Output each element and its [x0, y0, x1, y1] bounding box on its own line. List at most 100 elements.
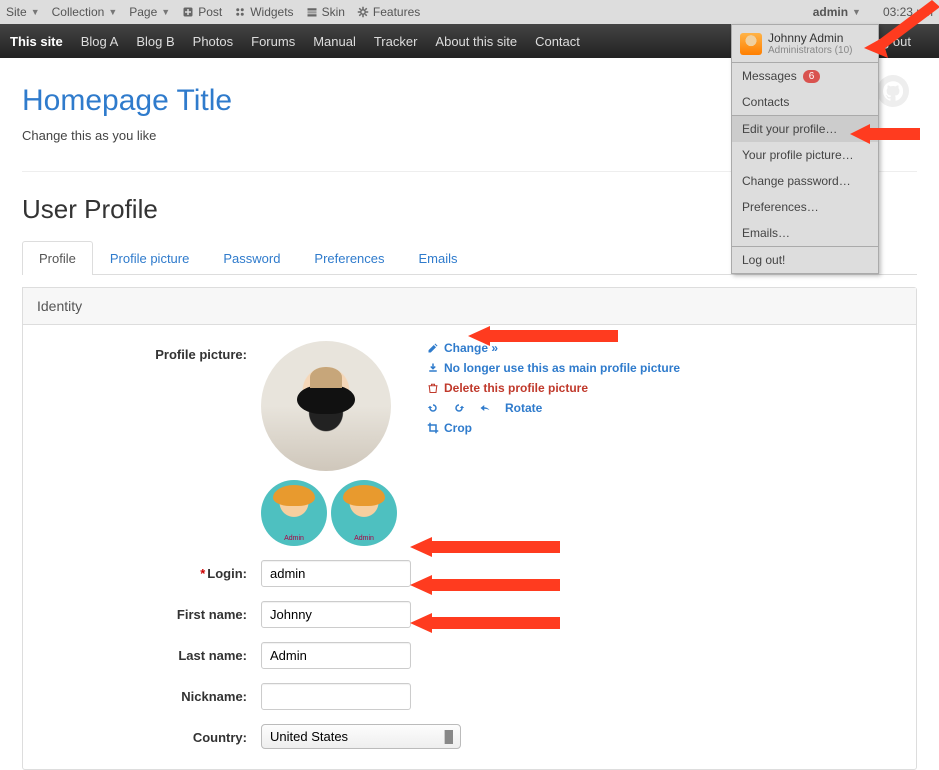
toolbar-site-label: Site [6, 5, 27, 19]
toolbar-user-label: admin [813, 5, 848, 19]
nav-contact[interactable]: Contact [535, 34, 580, 49]
admin-toolbar: Site▼ Collection▼ Page▼ Post Widgets Ski… [0, 0, 939, 24]
toolbar-features-label: Features [373, 5, 420, 19]
action-rotate-row: Rotate [427, 401, 680, 415]
label-login: *Login: [41, 560, 261, 581]
action-crop-label: Crop [444, 421, 472, 435]
action-crop[interactable]: Crop [427, 421, 680, 435]
nav-tracker[interactable]: Tracker [374, 34, 418, 49]
tab-profile[interactable]: Profile [22, 241, 93, 275]
toolbar-site[interactable]: Site ▼ [6, 5, 40, 19]
tab-preferences[interactable]: Preferences [297, 241, 401, 275]
row-first-name: First name: [41, 601, 898, 628]
label-nickname: Nickname: [41, 683, 261, 704]
edit-icon [427, 342, 439, 354]
nav-about[interactable]: About this site [435, 34, 517, 49]
toolbar-widgets[interactable]: Widgets [234, 5, 293, 19]
dropdown-edit-profile[interactable]: Edit your profile… [732, 116, 878, 142]
caret-down-icon: ▼ [108, 7, 117, 17]
dropdown-profile-picture[interactable]: Your profile picture… [732, 142, 878, 168]
toolbar-post[interactable]: Post [182, 5, 222, 19]
tab-emails[interactable]: Emails [402, 241, 475, 275]
toolbar-skin-label: Skin [322, 5, 345, 19]
caret-down-icon: ▼ [31, 7, 40, 17]
select-country-wrap: United States ▴▾ [261, 724, 461, 749]
dropdown-messages-label: Messages [742, 69, 797, 83]
main-profile-picture[interactable] [261, 341, 391, 471]
toolbar-time: 03:23 pm [883, 5, 933, 19]
input-first-name[interactable] [261, 601, 411, 628]
nav-manual[interactable]: Manual [313, 34, 356, 49]
action-delete-picture-label: Delete this profile picture [444, 381, 588, 395]
identity-panel-body: Profile picture: Change » [23, 325, 916, 769]
toolbar-post-label: Post [198, 5, 222, 19]
profile-picture-actions: Change » No longer use this as main prof… [427, 341, 680, 441]
select-arrows-icon: ▴▾ [448, 728, 453, 744]
dropdown-header[interactable]: Johnny Admin Administrators (10) [732, 25, 878, 63]
dropdown-contacts[interactable]: Contacts [732, 89, 878, 115]
toolbar-page-label: Page [129, 5, 157, 19]
github-badge[interactable] [877, 75, 909, 107]
nav-forums[interactable]: Forums [251, 34, 295, 49]
toolbar-skin[interactable]: Skin [306, 5, 345, 19]
tab-profile-picture[interactable]: Profile picture [93, 241, 206, 275]
action-change-picture-label: Change » [444, 341, 498, 355]
label-profile-picture: Profile picture: [41, 341, 261, 362]
share-icon [479, 402, 491, 414]
skin-icon [306, 6, 318, 18]
rotate-left-icon [427, 402, 439, 414]
dropdown-logout[interactable]: Log out! [732, 247, 878, 273]
toolbar-widgets-label: Widgets [250, 5, 293, 19]
dropdown-user-group: Administrators (10) [768, 45, 852, 56]
nav-this-site[interactable]: This site [10, 34, 63, 49]
nav-photos[interactable]: Photos [193, 34, 233, 49]
action-no-longer-main[interactable]: No longer use this as main profile pictu… [427, 361, 680, 375]
toolbar-features[interactable]: Features [357, 5, 420, 19]
dropdown-change-password[interactable]: Change password… [732, 168, 878, 194]
plus-icon [182, 6, 194, 18]
toolbar-collection-label: Collection [52, 5, 105, 19]
messages-badge: 6 [803, 70, 821, 83]
row-last-name: Last name: [41, 642, 898, 669]
toolbar-page[interactable]: Page ▼ [129, 5, 170, 19]
profile-thumb-1[interactable] [261, 480, 327, 546]
action-delete-picture[interactable]: Delete this profile picture [427, 381, 680, 395]
dropdown-messages[interactable]: Messages 6 [732, 63, 878, 89]
label-country: Country: [41, 724, 261, 745]
tab-password[interactable]: Password [206, 241, 297, 275]
input-login[interactable] [261, 560, 411, 587]
action-no-longer-main-label: No longer use this as main profile pictu… [444, 361, 680, 375]
label-last-name: Last name: [41, 642, 261, 663]
github-icon [883, 81, 903, 101]
crop-icon [427, 422, 439, 434]
action-change-picture[interactable]: Change » [427, 341, 680, 355]
rotate-right-icon [453, 402, 465, 414]
dropdown-emails[interactable]: Emails… [732, 220, 878, 246]
download-icon [427, 362, 439, 374]
toolbar-collection[interactable]: Collection▼ [52, 5, 118, 19]
profile-picture-thumbs [261, 480, 411, 546]
dropdown-preferences[interactable]: Preferences… [732, 194, 878, 220]
action-rotate-left[interactable] [427, 402, 443, 414]
action-rotate-180[interactable] [479, 402, 495, 414]
row-login: *Login: [41, 560, 898, 587]
trash-icon [427, 382, 439, 394]
dropdown-user-name: Johnny Admin [768, 31, 852, 45]
action-rotate-right[interactable] [453, 402, 469, 414]
identity-panel-header: Identity [23, 288, 916, 325]
toolbar-user[interactable]: admin▼ [813, 5, 861, 19]
input-last-name[interactable] [261, 642, 411, 669]
nav-blog-b[interactable]: Blog B [136, 34, 174, 49]
row-profile-picture: Profile picture: Change » [41, 341, 898, 546]
row-nickname: Nickname: [41, 683, 898, 710]
label-first-name: First name: [41, 601, 261, 622]
dropdown-avatar [740, 33, 762, 55]
identity-panel: Identity Profile picture: [22, 287, 917, 770]
profile-thumb-2[interactable] [331, 480, 397, 546]
select-country[interactable]: United States [261, 724, 461, 749]
nav-blog-a[interactable]: Blog A [81, 34, 119, 49]
row-country: Country: United States ▴▾ [41, 724, 898, 749]
input-nickname[interactable] [261, 683, 411, 710]
caret-down-icon: ▼ [161, 7, 170, 17]
widgets-icon [234, 6, 246, 18]
